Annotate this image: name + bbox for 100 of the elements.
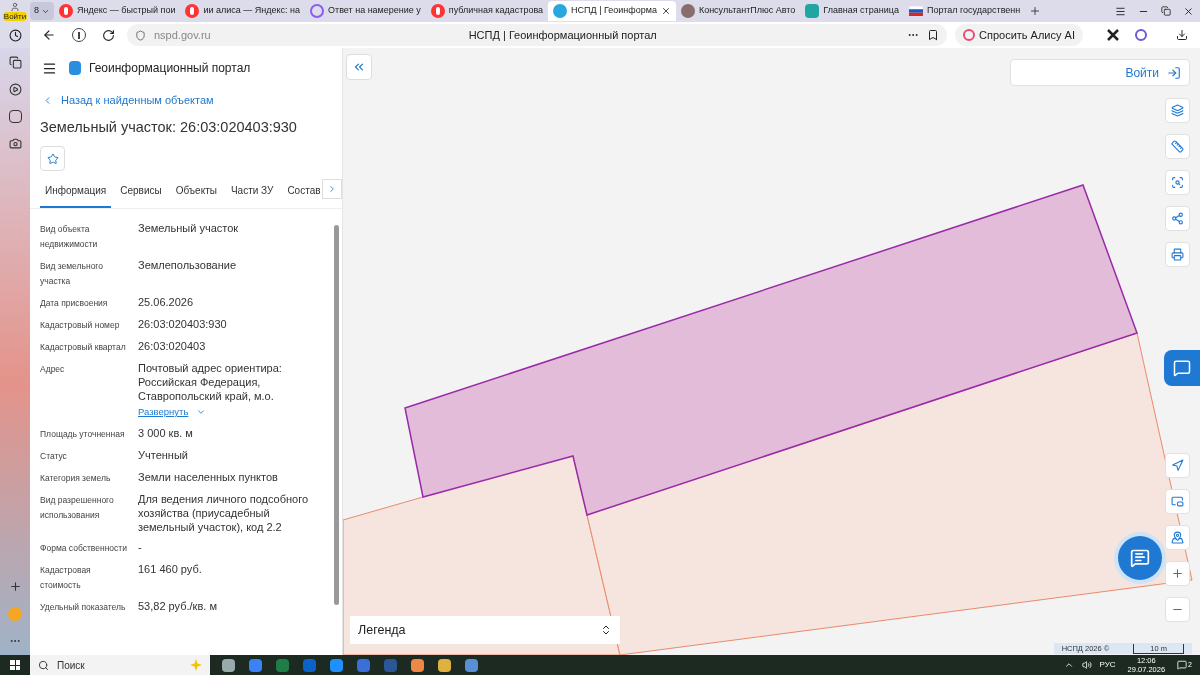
play-icon[interactable] — [8, 83, 22, 96]
area-search-icon — [1171, 176, 1184, 189]
browser-tab[interactable]: ии алиса — Яндекс: на — [180, 1, 306, 21]
menu-icon[interactable] — [42, 60, 57, 76]
navigation-button[interactable] — [1165, 453, 1190, 478]
favorite-button[interactable] — [40, 146, 65, 172]
browser-tab[interactable]: публичная кадастрова — [425, 1, 549, 21]
info-tab[interactable]: Информация — [40, 183, 112, 209]
window-icon — [1171, 495, 1184, 508]
field-value: Земельный участок — [138, 221, 240, 236]
info-tab[interactable]: Сервисы — [115, 183, 167, 209]
add-icon[interactable] — [8, 580, 22, 593]
taskbar-app-icon[interactable] — [249, 658, 262, 672]
field-value: Учтенный — [138, 447, 189, 462]
ruler-button[interactable] — [1165, 134, 1190, 159]
new-tab-icon[interactable] — [1029, 5, 1042, 17]
reload-icon[interactable] — [102, 28, 115, 42]
browser-tab[interactable]: Ответ на намерение у — [305, 1, 426, 21]
back-link[interactable]: Назад к найденным объектам — [42, 92, 342, 109]
camera-icon[interactable] — [8, 137, 22, 150]
login-button[interactable]: Войти — [1010, 59, 1190, 86]
star-icon — [46, 152, 59, 165]
notification-icon — [1177, 660, 1188, 670]
printer-button[interactable] — [1165, 242, 1190, 267]
field-label: Вид разрешенного использования — [40, 493, 115, 522]
chat-button[interactable] — [1118, 536, 1162, 580]
taskbar-app-icon[interactable] — [465, 658, 478, 672]
field-label: Кадастровый номер — [40, 319, 121, 333]
taskbar-app-icon[interactable] — [357, 658, 370, 672]
legend-dropdown[interactable]: Легенда — [350, 616, 620, 644]
history-icon[interactable] — [8, 28, 22, 42]
parcel-heading: Земельный участок: 26:03:020403:930 — [40, 117, 298, 137]
browser-tab[interactable]: Яндекс — быстрый пои — [54, 1, 181, 21]
back-icon[interactable] — [42, 28, 56, 42]
browser-tab[interactable]: КонсультантПлюс Авто — [675, 1, 801, 21]
chat-icon — [1173, 359, 1191, 377]
field-value: 161 460 руб. — [138, 561, 203, 576]
taskbar-app-icon[interactable] — [222, 658, 235, 672]
profile-icon[interactable] — [10, 1, 20, 12]
ask-alice-button[interactable]: Спросить Алису AI — [955, 24, 1083, 46]
bookmark-icon[interactable] — [927, 29, 939, 41]
language-indicator[interactable]: РУС — [1099, 659, 1116, 671]
login-icon — [1167, 65, 1181, 80]
info-tab[interactable]: Объекты — [170, 183, 222, 209]
field-value: Земли населенных пунктов — [138, 469, 279, 484]
collections-icon[interactable] — [8, 56, 22, 69]
field-value: 26:03:020403:930 — [138, 317, 228, 332]
info-tab[interactable]: Состав — [282, 183, 326, 209]
share-button[interactable] — [1165, 206, 1190, 231]
info-tab[interactable]: Части ЗУ — [225, 183, 279, 209]
volume-icon[interactable] — [1081, 660, 1092, 670]
browser-tab[interactable]: Портал государственн — [903, 1, 1026, 21]
menu-icon[interactable] — [1115, 5, 1126, 17]
field-label: Кадастровый квартал — [40, 341, 127, 355]
field-label: Форма собственности — [40, 541, 128, 555]
search-icon — [38, 659, 49, 671]
restore-icon[interactable] — [1161, 6, 1171, 16]
flag-icon — [908, 6, 923, 16]
map-pin-button[interactable] — [1165, 525, 1190, 550]
tab-group-button[interactable]: 8 — [30, 2, 54, 20]
expand-link[interactable]: Развернуть — [138, 405, 328, 420]
taskbar-app-icon[interactable] — [411, 658, 424, 672]
scrollbar[interactable] — [334, 225, 339, 606]
address-field[interactable]: nspd.gov.ru НСПД | Геоинформационный портал — [127, 24, 947, 46]
tray-expand-icon[interactable] — [1063, 660, 1074, 670]
field-label: Категория земель — [40, 471, 112, 485]
field-value: - — [138, 539, 143, 554]
taskbar-search-field[interactable]: Поиск — [30, 655, 210, 675]
collapse-panel-button[interactable] — [346, 54, 372, 80]
logo-icon[interactable] — [1106, 29, 1119, 41]
field-label: Вид земельного участка — [40, 260, 104, 289]
area-search-button[interactable] — [1165, 170, 1190, 195]
app-icon[interactable] — [8, 110, 22, 123]
taskbar-app-icon[interactable] — [330, 658, 343, 672]
taskbar-app-icon[interactable] — [438, 658, 451, 672]
printer-icon — [1171, 248, 1184, 261]
yandex-logo-icon — [185, 4, 200, 18]
chat-tab-button[interactable] — [1164, 350, 1200, 386]
layers-icon — [1171, 104, 1184, 117]
map-pin-icon — [1171, 531, 1184, 544]
download-icon[interactable] — [1176, 29, 1188, 41]
target-icon[interactable] — [1134, 29, 1147, 41]
field-value: 53,82 руб./кв. м — [138, 598, 218, 613]
avatar-icon — [680, 4, 695, 18]
sparkle-icon — [190, 659, 202, 671]
field-label: Статус — [40, 449, 68, 463]
yandex-logo-icon — [59, 4, 73, 18]
layers-button[interactable] — [1165, 98, 1190, 123]
field-label: Удельный показатель — [40, 600, 127, 614]
chevron-right-icon — [327, 184, 337, 195]
window-button[interactable] — [1165, 489, 1190, 514]
portal-title: Геоинформационный портал — [89, 60, 251, 77]
browser-tab[interactable]: Главная страница — [800, 1, 904, 21]
sort-caret-icon — [600, 624, 612, 636]
zoom-in-button[interactable] — [1165, 561, 1190, 586]
login-badge[interactable]: Войти — [2, 11, 28, 21]
field-value: Для ведения личного подсобного хозяйства (приусадебный земельный участок), код 2.2 — [138, 491, 310, 534]
close-icon[interactable] — [1183, 5, 1194, 17]
close-icon[interactable] — [660, 6, 671, 16]
browser-tab[interactable]: НСПД | Геоинформа — [548, 1, 676, 21]
